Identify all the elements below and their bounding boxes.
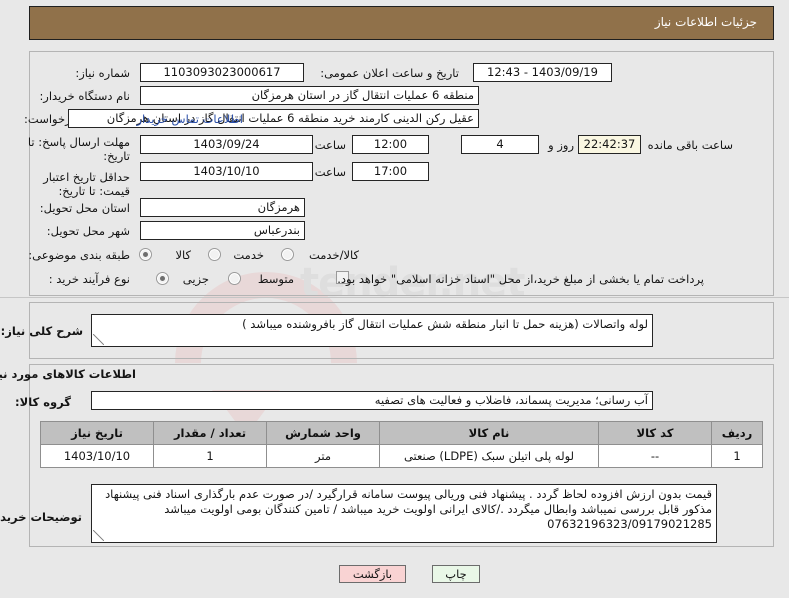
remaining-time-field: 22:42:37 bbox=[578, 135, 641, 154]
radio-subject-goods[interactable] bbox=[139, 248, 152, 261]
delivery-province-field[interactable]: هرمزگان bbox=[140, 198, 305, 217]
description-textarea[interactable]: لوله واتصالات (هزینه حمل تا انبار منطقه … bbox=[91, 314, 653, 347]
response-deadline-label: مهلت ارسال پاسخ: تا تاریخ: bbox=[27, 135, 130, 163]
price-validity-time-label: ساعت bbox=[314, 165, 346, 179]
buyer-notes-textarea[interactable]: قیمت بدون ارزش افزوده لحاظ گردد . پیشنها… bbox=[91, 484, 717, 543]
back-button[interactable]: بازگشت bbox=[339, 565, 406, 583]
table-header-row: ردیف کد کالا نام کالا واحد شمارش تعداد /… bbox=[40, 421, 763, 445]
delivery-city-label: شهر محل تحویل: bbox=[46, 224, 130, 238]
delivery-city-field[interactable]: بندرعباس bbox=[140, 221, 305, 240]
radio-subject-goods-label: کالا bbox=[175, 248, 191, 262]
announce-datetime-label: تاریخ و ساعت اعلان عمومی: bbox=[320, 66, 459, 80]
description-label: شرح کلی نیاز: bbox=[0, 324, 83, 338]
purchase-type-label: نوع فرآیند خرید : bbox=[48, 272, 130, 286]
radio-purchase-medium-label: متوسط bbox=[257, 272, 294, 286]
response-deadline-time-field[interactable]: 12:00 bbox=[352, 135, 429, 154]
col-quantity: تعداد / مقدار bbox=[153, 421, 267, 445]
page-title: جزئیات اطلاعات نیاز bbox=[654, 15, 757, 29]
page-root: tender.net جزئیات اطلاعات نیاز شماره نیا… bbox=[0, 0, 789, 598]
delivery-province-label: استان محل تحویل: bbox=[39, 201, 130, 215]
cell-unit: متر bbox=[266, 444, 380, 468]
goods-group-field[interactable]: آب رسانی؛ مدیریت پسماند، فاضلاب و فعالیت… bbox=[91, 391, 653, 410]
col-goods-name: نام کالا bbox=[379, 421, 599, 445]
treasury-bond-label: پرداخت تمام یا بخشی از مبلغ خرید،از محل … bbox=[337, 272, 704, 286]
goods-section-title: اطلاعات کالاهای مورد نیاز bbox=[0, 367, 136, 381]
radio-purchase-minor-label: جزیی bbox=[182, 272, 209, 286]
cell-quantity: 1 bbox=[153, 444, 267, 468]
cell-goods-code: -- bbox=[598, 444, 712, 468]
price-validity-time-field[interactable]: 17:00 bbox=[352, 162, 429, 181]
requester-field[interactable]: عقیل رکن الدینی کارمند خرید منطقه 6 عملی… bbox=[68, 109, 479, 128]
buyer-org-label: نام دستگاه خریدار: bbox=[39, 89, 130, 103]
radio-subject-goods-service[interactable] bbox=[281, 248, 294, 261]
remaining-time-label: ساعت باقی مانده bbox=[647, 138, 733, 152]
response-deadline-date-field[interactable]: 1403/09/24 bbox=[140, 135, 313, 154]
goods-table: ردیف کد کالا نام کالا واحد شمارش تعداد /… bbox=[40, 421, 763, 468]
col-goods-code: کد کالا bbox=[598, 421, 712, 445]
col-need-date: تاریخ نیاز bbox=[40, 421, 154, 445]
col-row-number: ردیف bbox=[711, 421, 763, 445]
table-row: 1 -- لوله پلی اتیلن سبک (LDPE) صنعتی متر… bbox=[40, 444, 763, 468]
remaining-days-field: 4 bbox=[461, 135, 539, 154]
cell-goods-name: لوله پلی اتیلن سبک (LDPE) صنعتی bbox=[379, 444, 599, 468]
page-header-bar: جزئیات اطلاعات نیاز bbox=[29, 6, 774, 40]
subject-category-label: طبقه بندی موضوعی: bbox=[28, 248, 130, 262]
response-deadline-time-label: ساعت bbox=[314, 138, 346, 152]
print-button[interactable]: چاپ bbox=[432, 565, 480, 583]
radio-subject-goods-service-label: کالا/خدمت bbox=[308, 248, 359, 262]
buyer-notes-label: توضیحات خریدار: bbox=[0, 510, 82, 524]
radio-subject-service[interactable] bbox=[208, 248, 221, 261]
price-validity-date-field[interactable]: 1403/10/10 bbox=[140, 162, 313, 181]
radio-purchase-minor[interactable] bbox=[156, 272, 169, 285]
need-number-field[interactable]: 1103093023000617 bbox=[140, 63, 304, 82]
col-unit: واحد شمارش bbox=[266, 421, 380, 445]
buyer-contact-link[interactable]: اطلاعات تماس خریدار bbox=[136, 112, 243, 126]
cell-need-date: 1403/10/10 bbox=[40, 444, 154, 468]
radio-subject-service-label: خدمت bbox=[233, 248, 264, 262]
radio-purchase-medium[interactable] bbox=[228, 272, 241, 285]
goods-group-label: گروه کالا: bbox=[15, 395, 71, 409]
cell-row-number: 1 bbox=[711, 444, 763, 468]
section-divider bbox=[0, 297, 789, 298]
remaining-days-label: روز و bbox=[548, 138, 574, 152]
announce-datetime-field[interactable]: 1403/09/19 - 12:43 bbox=[473, 63, 612, 82]
need-number-label: شماره نیاز: bbox=[75, 66, 130, 80]
price-validity-label: حداقل تاریخ اعتبار قیمت: تا تاریخ: bbox=[43, 170, 130, 198]
buyer-org-field[interactable]: منطقه 6 عملیات انتقال گاز در استان هرمزگ… bbox=[140, 86, 479, 105]
